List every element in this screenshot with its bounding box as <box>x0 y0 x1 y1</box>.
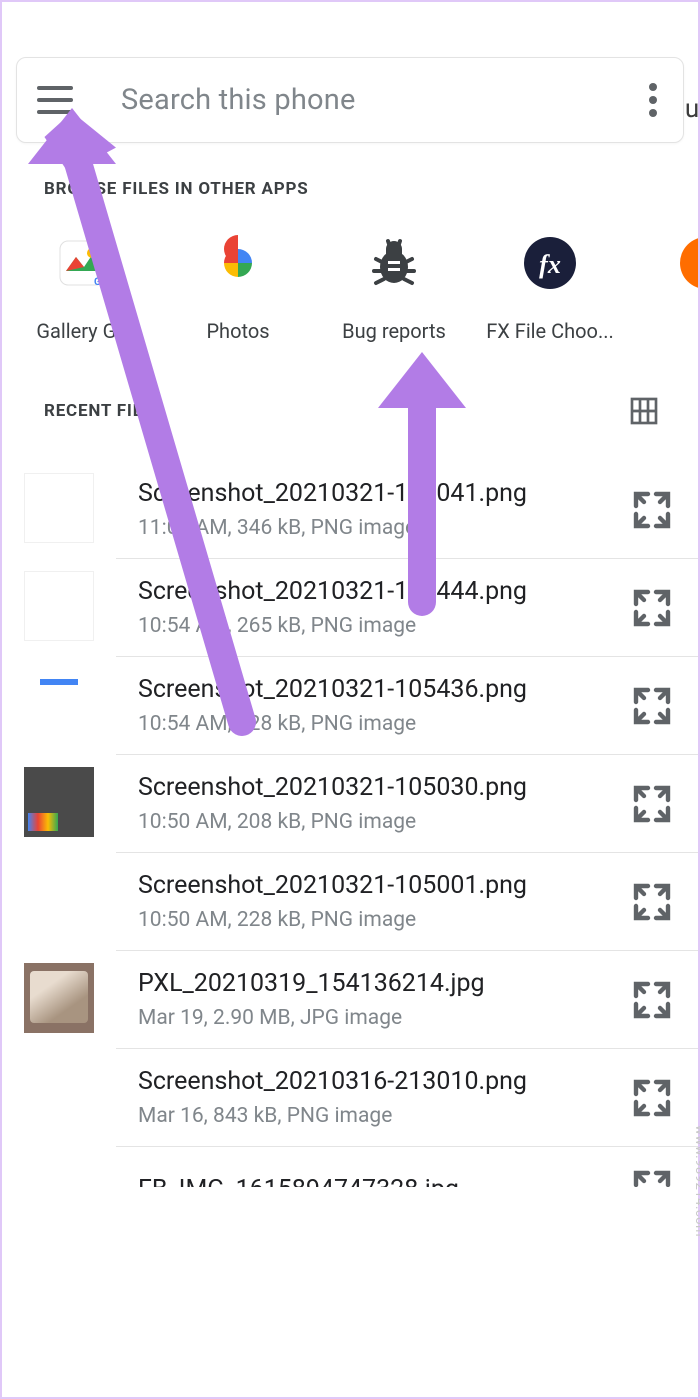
file-thumbnail <box>24 963 94 1033</box>
file-row[interactable]: PXL_20210319_154136214.jpg Mar 19, 2.90 … <box>2 951 698 1049</box>
bug-icon <box>366 235 422 291</box>
file-meta: Mar 16, 843 kB, PNG image <box>138 1104 618 1128</box>
recent-files-title: RECENT FILES <box>44 401 164 421</box>
hamburger-icon[interactable] <box>37 86 73 114</box>
orange-circle-icon <box>678 235 698 291</box>
expand-icon[interactable] <box>628 780 676 828</box>
app-fx-file-chooser[interactable]: fx FX File Choo... <box>472 235 628 343</box>
expand-icon[interactable] <box>628 584 676 632</box>
recent-files-header: RECENT FILES <box>2 343 698 427</box>
file-name: Screenshot_20210321-110041.png <box>138 479 618 508</box>
file-row[interactable]: Screenshot_20210321-105436.png 10:54 AM,… <box>2 657 698 755</box>
app-photos[interactable]: Photos <box>160 235 316 343</box>
file-meta: 10:54 AM, 265 kB, PNG image <box>138 614 618 638</box>
expand-icon[interactable] <box>628 486 676 534</box>
svg-text:fx: fx <box>539 250 561 279</box>
google-photos-icon <box>210 235 266 291</box>
file-name: Screenshot_20210316-213010.png <box>138 1067 618 1096</box>
file-name: Screenshot_20210321-105444.png <box>138 577 618 606</box>
file-thumbnail <box>24 669 94 739</box>
app-bug-reports[interactable]: Bug reports <box>316 235 472 343</box>
expand-icon[interactable] <box>628 976 676 1024</box>
expand-icon[interactable] <box>628 1165 676 1187</box>
file-name: Screenshot_20210321-105030.png <box>138 773 618 802</box>
app-gallery-go[interactable]: GO Gallery Go <box>4 235 160 343</box>
file-name: Screenshot_20210321-105436.png <box>138 675 618 704</box>
browse-section-header: BROWSE FILES IN OTHER APPS <box>2 143 698 199</box>
file-meta: Mar 19, 2.90 MB, JPG image <box>138 1006 618 1030</box>
file-meta: 11:00 AM, 346 kB, PNG image <box>138 516 618 540</box>
file-row[interactable]: Screenshot_20210321-105030.png 10:50 AM,… <box>2 755 698 853</box>
kebab-menu-icon[interactable] <box>649 83 657 117</box>
file-name: PXL_20210319_154136214.jpg <box>138 969 618 998</box>
expand-icon[interactable] <box>628 682 676 730</box>
file-thumbnail <box>24 865 94 935</box>
cutoff-text: ur <box>685 94 700 124</box>
search-input[interactable]: Search this phone <box>121 83 649 117</box>
watermark: www.989214.com <box>692 1125 700 1237</box>
file-row[interactable]: FB_IMG_1615894747328.jpg <box>2 1147 698 1187</box>
file-thumbnail <box>24 767 94 837</box>
expand-icon[interactable] <box>628 878 676 926</box>
apps-row: GO Gallery Go Photos <box>2 199 698 343</box>
file-thumbnail <box>24 1061 94 1131</box>
file-list: Screenshot_20210321-110041.png 11:00 AM,… <box>2 427 698 1187</box>
file-row[interactable]: Screenshot_20210321-105444.png 10:54 AM,… <box>2 559 698 657</box>
file-meta: 10:54 AM, 428 kB, PNG image <box>138 712 618 736</box>
file-meta: 10:50 AM, 228 kB, PNG image <box>138 908 618 932</box>
file-thumbnail <box>24 473 94 543</box>
app-label: Gallery Go <box>36 319 127 343</box>
file-name: Screenshot_20210321-105001.png <box>138 871 618 900</box>
file-name: FB_IMG_1615894747328.jpg <box>138 1175 618 1188</box>
app-cutoff[interactable]: G <box>628 235 698 343</box>
app-label: FX File Choo... <box>486 319 614 343</box>
file-row[interactable]: Screenshot_20210316-213010.png Mar 16, 8… <box>2 1049 698 1147</box>
search-bar[interactable]: Search this phone <box>16 57 684 143</box>
svg-text:GO: GO <box>94 277 108 288</box>
app-label: Bug reports <box>342 319 446 343</box>
gallery-go-icon: GO <box>54 235 110 291</box>
expand-icon[interactable] <box>628 1074 676 1122</box>
file-meta: 10:50 AM, 208 kB, PNG image <box>138 810 618 834</box>
grid-view-icon[interactable] <box>628 395 660 427</box>
file-row[interactable]: Screenshot_20210321-105001.png 10:50 AM,… <box>2 853 698 951</box>
app-label: Photos <box>206 319 269 343</box>
file-row[interactable]: Screenshot_20210321-110041.png 11:00 AM,… <box>2 461 698 559</box>
fx-icon: fx <box>522 235 578 291</box>
file-thumbnail <box>24 571 94 641</box>
